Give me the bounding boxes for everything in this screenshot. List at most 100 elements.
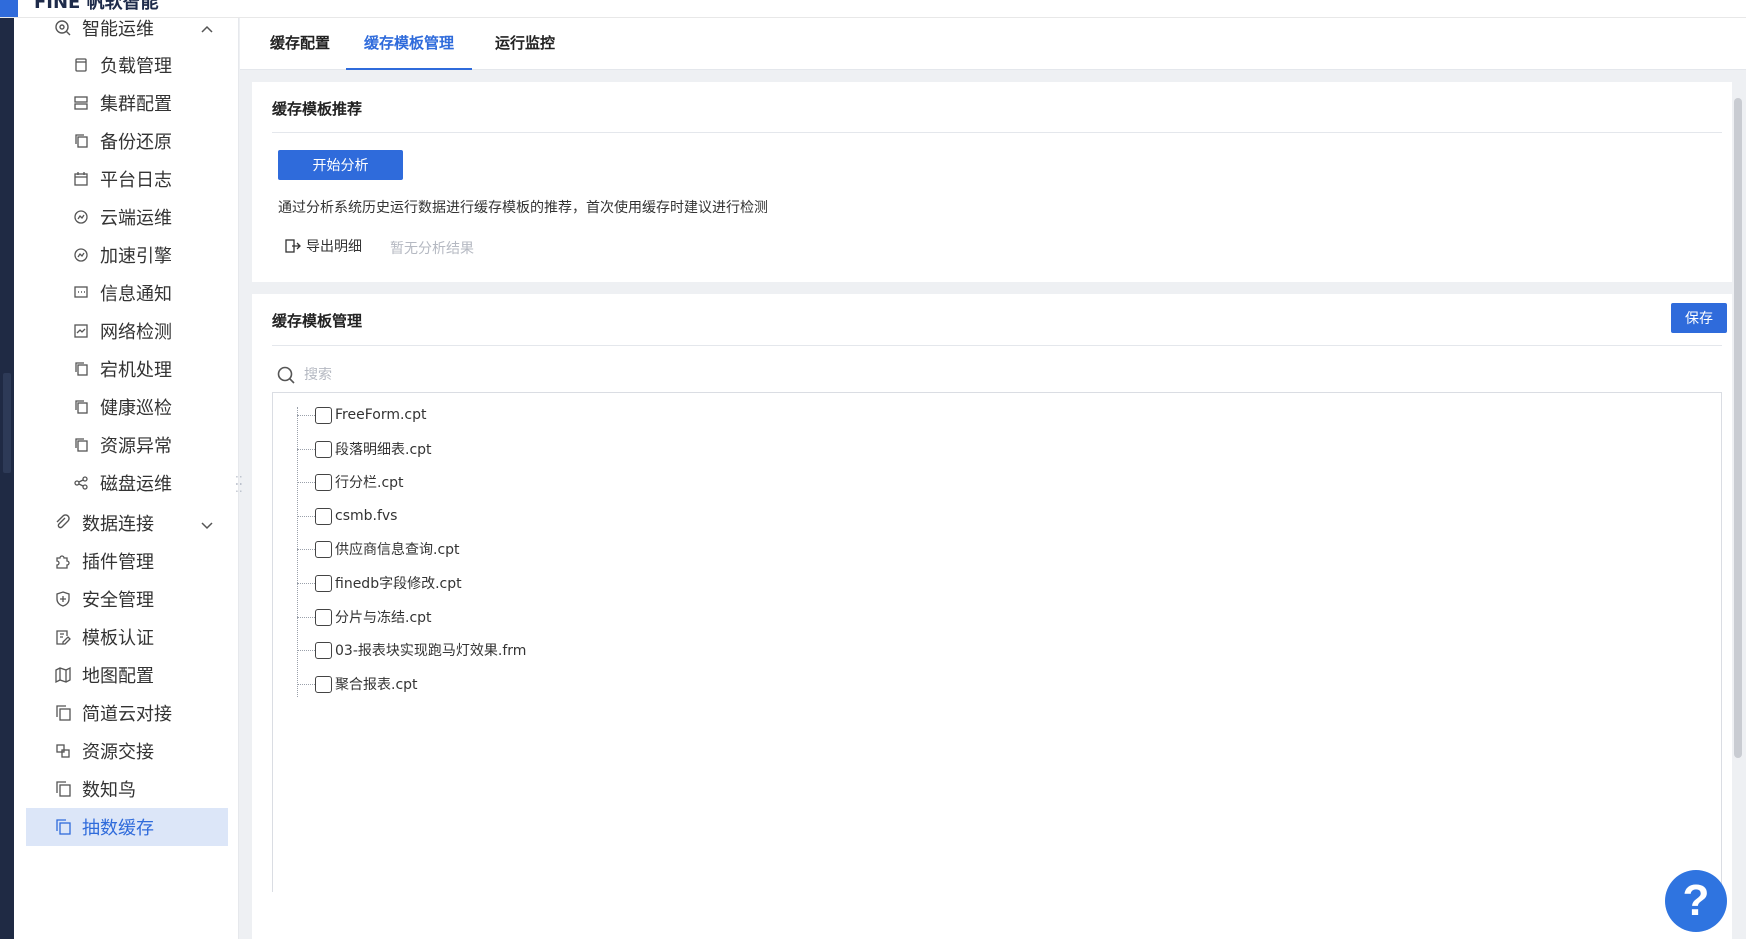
sidebar-item-platform-log[interactable]: 平台日志 bbox=[26, 160, 228, 198]
sidebar-item-jiandaoyun[interactable]: 简道云对接 bbox=[26, 694, 228, 732]
tab-bar: 缓存配置 缓存模板管理 运行监控 bbox=[240, 18, 1746, 70]
sidebar-item-label: 集群配置 bbox=[100, 94, 172, 115]
chevron-down-icon[interactable] bbox=[200, 516, 214, 530]
sidebar-item-health[interactable]: 健康巡检 bbox=[26, 388, 228, 426]
tab-cache-config[interactable]: 缓存配置 bbox=[270, 18, 330, 70]
tree-item-label: 供应商信息查询.cpt bbox=[335, 542, 460, 558]
checkbox[interactable] bbox=[315, 540, 332, 558]
search-input[interactable] bbox=[304, 367, 904, 383]
sidebar-item-template-auth[interactable]: 模板认证 bbox=[26, 618, 228, 656]
sidebar-item-smart-ops[interactable]: 智能运维 bbox=[26, 18, 228, 47]
export-label: 导出明细 bbox=[306, 239, 362, 255]
recommend-title: 缓存模板推荐 bbox=[272, 100, 363, 118]
sidebar-item-label: 网络检测 bbox=[100, 322, 172, 343]
scrollbar[interactable] bbox=[1734, 98, 1742, 758]
sidebar-item-label: 负载管理 bbox=[100, 56, 172, 77]
recommend-panel: 缓存模板推荐 开始分析 通过分析系统历史运行数据进行缓存模板的推荐，首次使用缓存… bbox=[252, 82, 1732, 282]
sidebar-item-label: 模板认证 bbox=[82, 628, 154, 649]
tree-item[interactable]: FreeForm.cpt bbox=[297, 403, 427, 427]
tree-item[interactable]: 聚合报表.cpt bbox=[297, 672, 418, 696]
sidebar-item-plugins[interactable]: 插件管理 bbox=[26, 542, 228, 580]
checkbox[interactable] bbox=[315, 675, 332, 693]
sidebar-item-label: 加速引擎 bbox=[100, 246, 172, 267]
tree-item[interactable]: 分片与冻结.cpt bbox=[297, 605, 432, 629]
start-analysis-button[interactable]: 开始分析 bbox=[278, 150, 403, 180]
export-icon bbox=[284, 237, 302, 255]
sidebar-item-label: 数知鸟 bbox=[82, 780, 136, 801]
exchange-icon bbox=[54, 742, 72, 760]
checkbox[interactable] bbox=[315, 641, 332, 659]
sidebar: 智能运维 负载管理 集群配置 备份还原 平台日志 云端运维 加速引擎 信息通知 … bbox=[14, 18, 239, 939]
tree-item-label: 聚合报表.cpt bbox=[335, 677, 418, 693]
checkbox[interactable] bbox=[315, 608, 332, 626]
tree-item-label: 行分栏.cpt bbox=[335, 475, 404, 491]
sidebar-item-backup[interactable]: 备份还原 bbox=[26, 122, 228, 160]
divider bbox=[272, 345, 1722, 346]
tree-item[interactable]: 供应商信息查询.cpt bbox=[297, 537, 460, 561]
tree-item-label: 03-报表块实现跑马灯效果.frm bbox=[335, 643, 527, 659]
sidebar-item-label: 简道云对接 bbox=[82, 704, 172, 725]
tree-item[interactable]: 行分栏.cpt bbox=[297, 470, 404, 494]
share-icon bbox=[72, 474, 90, 492]
manage-title: 缓存模板管理 bbox=[272, 312, 363, 330]
tree-item-label: finedb字段修改.cpt bbox=[335, 576, 462, 592]
sidebar-item-resource-handover[interactable]: 资源交接 bbox=[26, 732, 228, 770]
sidebar-item-data-connection[interactable]: 数据连接 bbox=[26, 504, 228, 542]
sidebar-item-label: 云端运维 bbox=[100, 208, 172, 229]
sidebar-item-label: 备份还原 bbox=[100, 132, 172, 153]
puzzle-icon bbox=[54, 552, 72, 570]
sidebar-item-label: 插件管理 bbox=[82, 552, 154, 573]
checkbox[interactable] bbox=[315, 440, 332, 458]
sidebar-item-shuzhiniao[interactable]: 数知鸟 bbox=[26, 770, 228, 808]
help-button[interactable]: ? bbox=[1665, 870, 1727, 932]
sidebar-item-label: 平台日志 bbox=[100, 170, 172, 191]
tree-item[interactable]: csmb.fvs bbox=[297, 504, 397, 528]
save-button[interactable]: 保存 bbox=[1671, 303, 1727, 333]
tree-item[interactable]: finedb字段修改.cpt bbox=[297, 571, 462, 595]
brand-strip bbox=[0, 0, 18, 17]
message-icon bbox=[72, 284, 90, 302]
sidebar-item-label: 地图配置 bbox=[82, 666, 154, 687]
ops-icon bbox=[54, 19, 72, 37]
search-icon bbox=[276, 365, 296, 385]
sidebar-item-cloud-ops[interactable]: 云端运维 bbox=[26, 198, 228, 236]
sidebar-item-disk[interactable]: 磁盘运维 bbox=[26, 464, 228, 502]
sidebar-item-label: 信息通知 bbox=[100, 284, 172, 305]
no-result-text: 暂无分析结果 bbox=[390, 241, 474, 257]
sidebar-item-label: 宕机处理 bbox=[100, 360, 172, 381]
copy-icon bbox=[72, 436, 90, 454]
manage-panel: 缓存模板管理 保存 FreeForm.cpt 段落明细表.cpt 行分栏.cpt… bbox=[252, 294, 1732, 939]
export-details-button[interactable]: 导出明细 bbox=[284, 236, 362, 256]
sidebar-item-label: 智能运维 bbox=[82, 19, 154, 40]
copy-icon bbox=[54, 704, 72, 722]
sidebar-item-engine[interactable]: 加速引擎 bbox=[26, 236, 228, 274]
cloud-icon bbox=[72, 208, 90, 226]
tab-cache-template-manage[interactable]: 缓存模板管理 bbox=[346, 18, 473, 70]
sidebar-item-label: 磁盘运维 bbox=[100, 474, 172, 495]
edit-doc-icon bbox=[54, 628, 72, 646]
recommend-description: 通过分析系统历史运行数据进行缓存模板的推荐，首次使用缓存时建议进行检测 bbox=[278, 200, 768, 216]
checkbox[interactable] bbox=[315, 473, 332, 491]
tree-item[interactable]: 段落明细表.cpt bbox=[297, 437, 432, 461]
checkbox[interactable] bbox=[315, 406, 332, 424]
sidebar-item-downtime[interactable]: 宕机处理 bbox=[26, 350, 228, 388]
main-content: 缓存配置 缓存模板管理 运行监控 缓存模板推荐 开始分析 通过分析系统历史运行数… bbox=[240, 18, 1746, 939]
sidebar-item-notify[interactable]: 信息通知 bbox=[26, 274, 228, 312]
app-title: FINE 帆软智能 bbox=[34, 0, 159, 13]
sidebar-item-cluster[interactable]: 集群配置 bbox=[26, 84, 228, 122]
chevron-up-icon[interactable] bbox=[200, 21, 214, 35]
sidebar-item-map[interactable]: 地图配置 bbox=[26, 656, 228, 694]
sidebar-item-network[interactable]: 网络检测 bbox=[26, 312, 228, 350]
sidebar-item-extract-cache[interactable]: 抽数缓存 bbox=[26, 808, 228, 846]
sidebar-item-load[interactable]: 负载管理 bbox=[26, 46, 228, 84]
copy-icon bbox=[72, 360, 90, 378]
sidebar-item-label: 资源交接 bbox=[82, 742, 154, 763]
checkbox[interactable] bbox=[315, 507, 332, 525]
tree-item-label: 段落明细表.cpt bbox=[335, 442, 432, 458]
sidebar-item-label: 健康巡检 bbox=[100, 398, 172, 419]
sidebar-item-security[interactable]: 安全管理 bbox=[26, 580, 228, 618]
tree-item[interactable]: 03-报表块实现跑马灯效果.frm bbox=[297, 638, 526, 662]
tab-run-monitor[interactable]: 运行监控 bbox=[495, 18, 555, 70]
checkbox[interactable] bbox=[315, 574, 332, 592]
sidebar-item-resource-anomaly[interactable]: 资源异常 bbox=[26, 426, 228, 464]
